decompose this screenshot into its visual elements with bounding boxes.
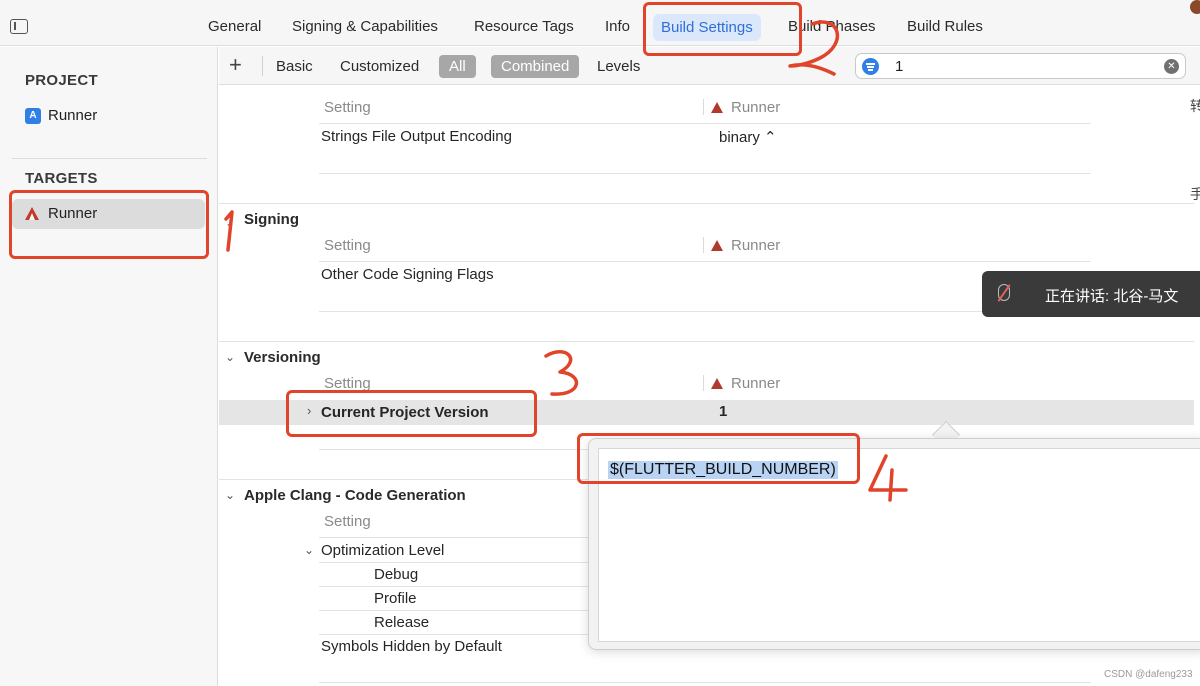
xcode-project-icon [25, 108, 41, 124]
tab-build-rules[interactable]: Build Rules [907, 18, 983, 35]
project-navigator: PROJECT Runner TARGETS Runner [0, 47, 218, 686]
column-separator [703, 99, 704, 115]
value-strings-file-output-encoding[interactable]: binary ⌃ [719, 128, 777, 146]
column-header-runner: Runner [711, 99, 780, 116]
row-divider [319, 261, 1091, 262]
setting-optimization-release[interactable]: Release [374, 614, 429, 631]
filter-basic-button[interactable]: Basic [276, 55, 313, 78]
muted-microphone-icon[interactable] [998, 284, 1010, 301]
filter-combined-button[interactable]: Combined [491, 55, 580, 78]
setting-optimization-profile[interactable]: Profile [374, 590, 417, 607]
clipped-text-fragment: 手 [1190, 186, 1200, 202]
tab-resource-tags[interactable]: Resource Tags [474, 18, 574, 35]
runner-target-icon [711, 378, 723, 389]
search-input-value[interactable]: 1 [895, 58, 903, 75]
tab-signing-capabilities[interactable]: Signing & Capabilities [292, 18, 438, 35]
filter-customized-button[interactable]: Customized [340, 55, 419, 78]
setting-symbols-hidden-by-default[interactable]: Symbols Hidden by Default [321, 638, 502, 655]
filter-separator [262, 56, 263, 76]
filter-levels-button[interactable]: Levels [597, 55, 640, 78]
annotation-box-target [9, 190, 209, 259]
column-separator [703, 375, 704, 391]
column-separator [703, 237, 704, 253]
setting-strings-file-output-encoding[interactable]: Strings File Output Encoding [321, 128, 512, 145]
chevron-down-icon[interactable]: ⌄ [225, 216, 235, 230]
value-current-project-version[interactable]: 1 [719, 403, 727, 420]
navigator-divider [12, 158, 207, 159]
annotation-box-build-number [577, 433, 860, 484]
row-divider [319, 311, 1091, 312]
column-header-setting: Setting [324, 237, 371, 254]
column-header-runner: Runner [711, 237, 780, 254]
tab-general[interactable]: General [208, 18, 261, 35]
column-header-setting: Setting [324, 99, 371, 116]
filter-icon [862, 58, 879, 75]
setting-optimization-debug[interactable]: Debug [374, 566, 418, 583]
filter-all-button[interactable]: All [439, 55, 476, 78]
annotation-box-build-settings [643, 2, 802, 56]
section-title-signing[interactable]: Signing [244, 211, 299, 228]
add-setting-button[interactable]: + [229, 52, 242, 78]
runner-target-icon [711, 102, 723, 113]
row-divider [319, 682, 1091, 683]
speaking-notification-text: 正在讲话: 北谷-马文 [1045, 288, 1179, 305]
column-header-runner-label: Runner [731, 99, 781, 116]
watermark: CSDN @dafeng233 [1104, 669, 1193, 680]
row-divider [319, 173, 1091, 174]
chevron-down-icon[interactable]: ⌄ [304, 543, 314, 557]
column-header-runner-label: Runner [731, 375, 781, 392]
settings-search-field[interactable]: 1 ✕ [855, 53, 1186, 79]
project-item-runner[interactable]: Runner [12, 101, 205, 131]
column-header-runner: Runner [711, 375, 780, 392]
clear-search-icon[interactable]: ✕ [1164, 59, 1179, 74]
section-divider [219, 203, 1194, 204]
targets-heading: TARGETS [25, 170, 98, 187]
section-title-versioning[interactable]: Versioning [244, 349, 321, 366]
tab-info[interactable]: Info [605, 18, 630, 35]
speaking-notification: 正在讲话: 北谷-马文 [982, 271, 1200, 317]
setting-optimization-level[interactable]: Optimization Level [321, 542, 444, 559]
runner-target-icon [711, 240, 723, 251]
avatar [1190, 0, 1200, 14]
chevron-down-icon[interactable]: ⌄ [225, 350, 235, 364]
section-title-apple-clang[interactable]: Apple Clang - Code Generation [244, 487, 466, 504]
clipped-text-fragment: 转 [1190, 98, 1200, 114]
row-divider [319, 123, 1091, 124]
column-header-runner-label: Runner [731, 237, 781, 254]
chevron-down-icon[interactable]: ⌄ [225, 488, 235, 502]
setting-other-code-signing-flags[interactable]: Other Code Signing Flags [321, 266, 494, 283]
editor-tab-bar: General Signing & Capabilities Resource … [0, 0, 1200, 46]
annotation-box-current-project-version [286, 390, 537, 437]
sidebar-toggle-icon[interactable] [10, 19, 28, 34]
section-divider [219, 341, 1194, 342]
column-header-setting: Setting [324, 513, 371, 530]
project-item-label: Runner [48, 107, 98, 124]
project-heading: PROJECT [25, 72, 98, 89]
